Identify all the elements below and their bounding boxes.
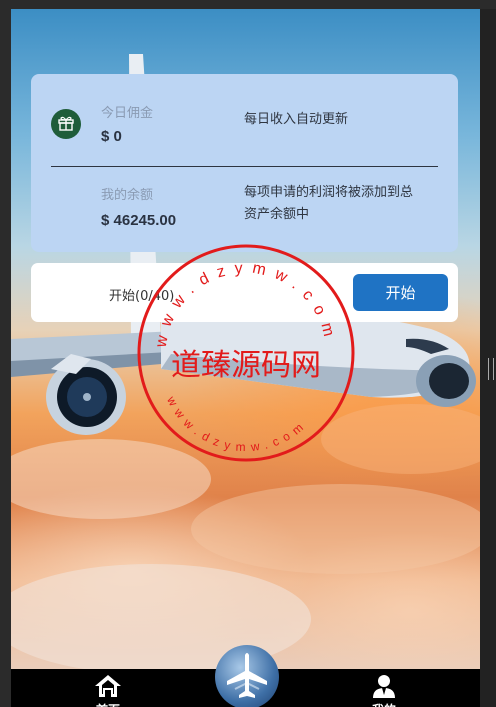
start-button[interactable]: 开始 — [353, 274, 448, 311]
earnings-card: 今日佣金 $ 0 每日收入自动更新 我的余额 $ 46245.00 每项申请的利… — [31, 74, 458, 252]
nav-home[interactable]: 首页 — [78, 669, 138, 707]
user-icon — [373, 675, 395, 698]
nav-home-label: 首页 — [78, 701, 138, 707]
balance-note-line1: 每项申请的利润将被添加到总 — [244, 185, 414, 200]
nav-mine[interactable]: 我的 — [354, 669, 414, 707]
card-divider — [51, 166, 438, 167]
watermark-title: 道臻源码网 — [171, 348, 321, 383]
nav-mine-label: 我的 — [354, 701, 414, 707]
watermark-stamp: www.dzymw.com 道臻源码网 www.dzymw.com — [137, 244, 355, 462]
today-commission-label: 今日佣金 — [101, 106, 154, 121]
gift-icon — [51, 109, 81, 139]
airplane-icon — [227, 653, 267, 698]
watermark-url-bottom: www.dzymw.com — [164, 393, 311, 454]
scrollbar-grip[interactable] — [488, 358, 494, 380]
balance-label: 我的余额 — [101, 188, 154, 203]
today-commission-value: $ 0 — [101, 128, 122, 145]
center-flight-button[interactable] — [215, 645, 279, 707]
app-viewport: 今日佣金 $ 0 每日收入自动更新 我的余额 $ 46245.00 每项申请的利… — [11, 9, 480, 707]
today-note: 每日收入自动更新 — [244, 112, 349, 127]
watermark-url-top: www.dzymw.com — [153, 260, 340, 350]
home-icon — [95, 675, 121, 697]
balance-note-line2: 资产余额中 — [244, 207, 310, 222]
balance-note: 每项申请的利润将被添加到总 资产余额中 — [244, 182, 413, 226]
balance-value: $ 46245.00 — [101, 212, 177, 229]
